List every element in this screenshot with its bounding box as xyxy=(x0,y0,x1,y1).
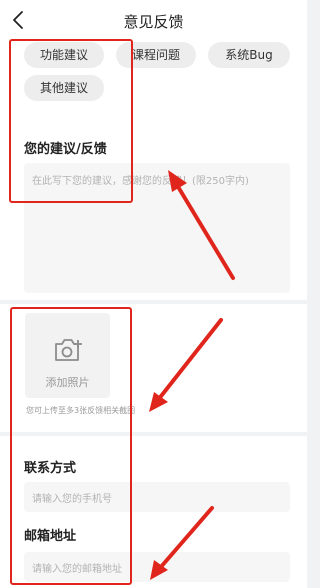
category-chip-course[interactable]: 课程问题 xyxy=(116,42,196,68)
phone-input[interactable]: 请输入您的手机号 xyxy=(24,482,290,512)
category-chip-feature[interactable]: 功能建议 xyxy=(24,42,104,68)
category-chip-other[interactable]: 其他建议 xyxy=(24,75,104,101)
feedback-card: 功能建议 课程问题 系统Bug 其他建议 您的建议/反馈 在此写下您的建议，感谢… xyxy=(0,40,307,300)
add-photo-label: 添加照片 xyxy=(45,376,90,389)
feedback-placeholder: 在此写下您的建议，感谢您的反馈！(限250字内) xyxy=(32,176,249,187)
email-placeholder: 请输入您的邮箱地址 xyxy=(32,564,122,575)
photo-card: 添加照片 您可上传至多3张反馈相关截图 xyxy=(0,304,307,432)
feedback-textarea[interactable]: 在此写下您的建议，感谢您的反馈！(限250字内) xyxy=(24,163,290,293)
contact-card: 联系方式 请输入您的手机号 邮箱地址 请输入您的邮箱地址 xyxy=(0,436,307,588)
page-title: 意见反馈 xyxy=(123,13,184,31)
category-chip-bug[interactable]: 系统Bug xyxy=(208,42,290,68)
nav-bar: 意见反馈 xyxy=(0,0,307,40)
add-photo-button[interactable]: 添加照片 xyxy=(25,313,110,398)
feedback-label: 您的建议/反馈 xyxy=(24,142,107,157)
email-label: 邮箱地址 xyxy=(24,529,77,544)
phone-placeholder: 请输入您的手机号 xyxy=(32,494,112,505)
contact-label: 联系方式 xyxy=(24,461,77,476)
photo-hint: 您可上传至多3张反馈相关截图 xyxy=(26,406,136,415)
camera-plus-icon xyxy=(55,339,82,361)
email-input[interactable]: 请输入您的邮箱地址 xyxy=(24,552,290,582)
